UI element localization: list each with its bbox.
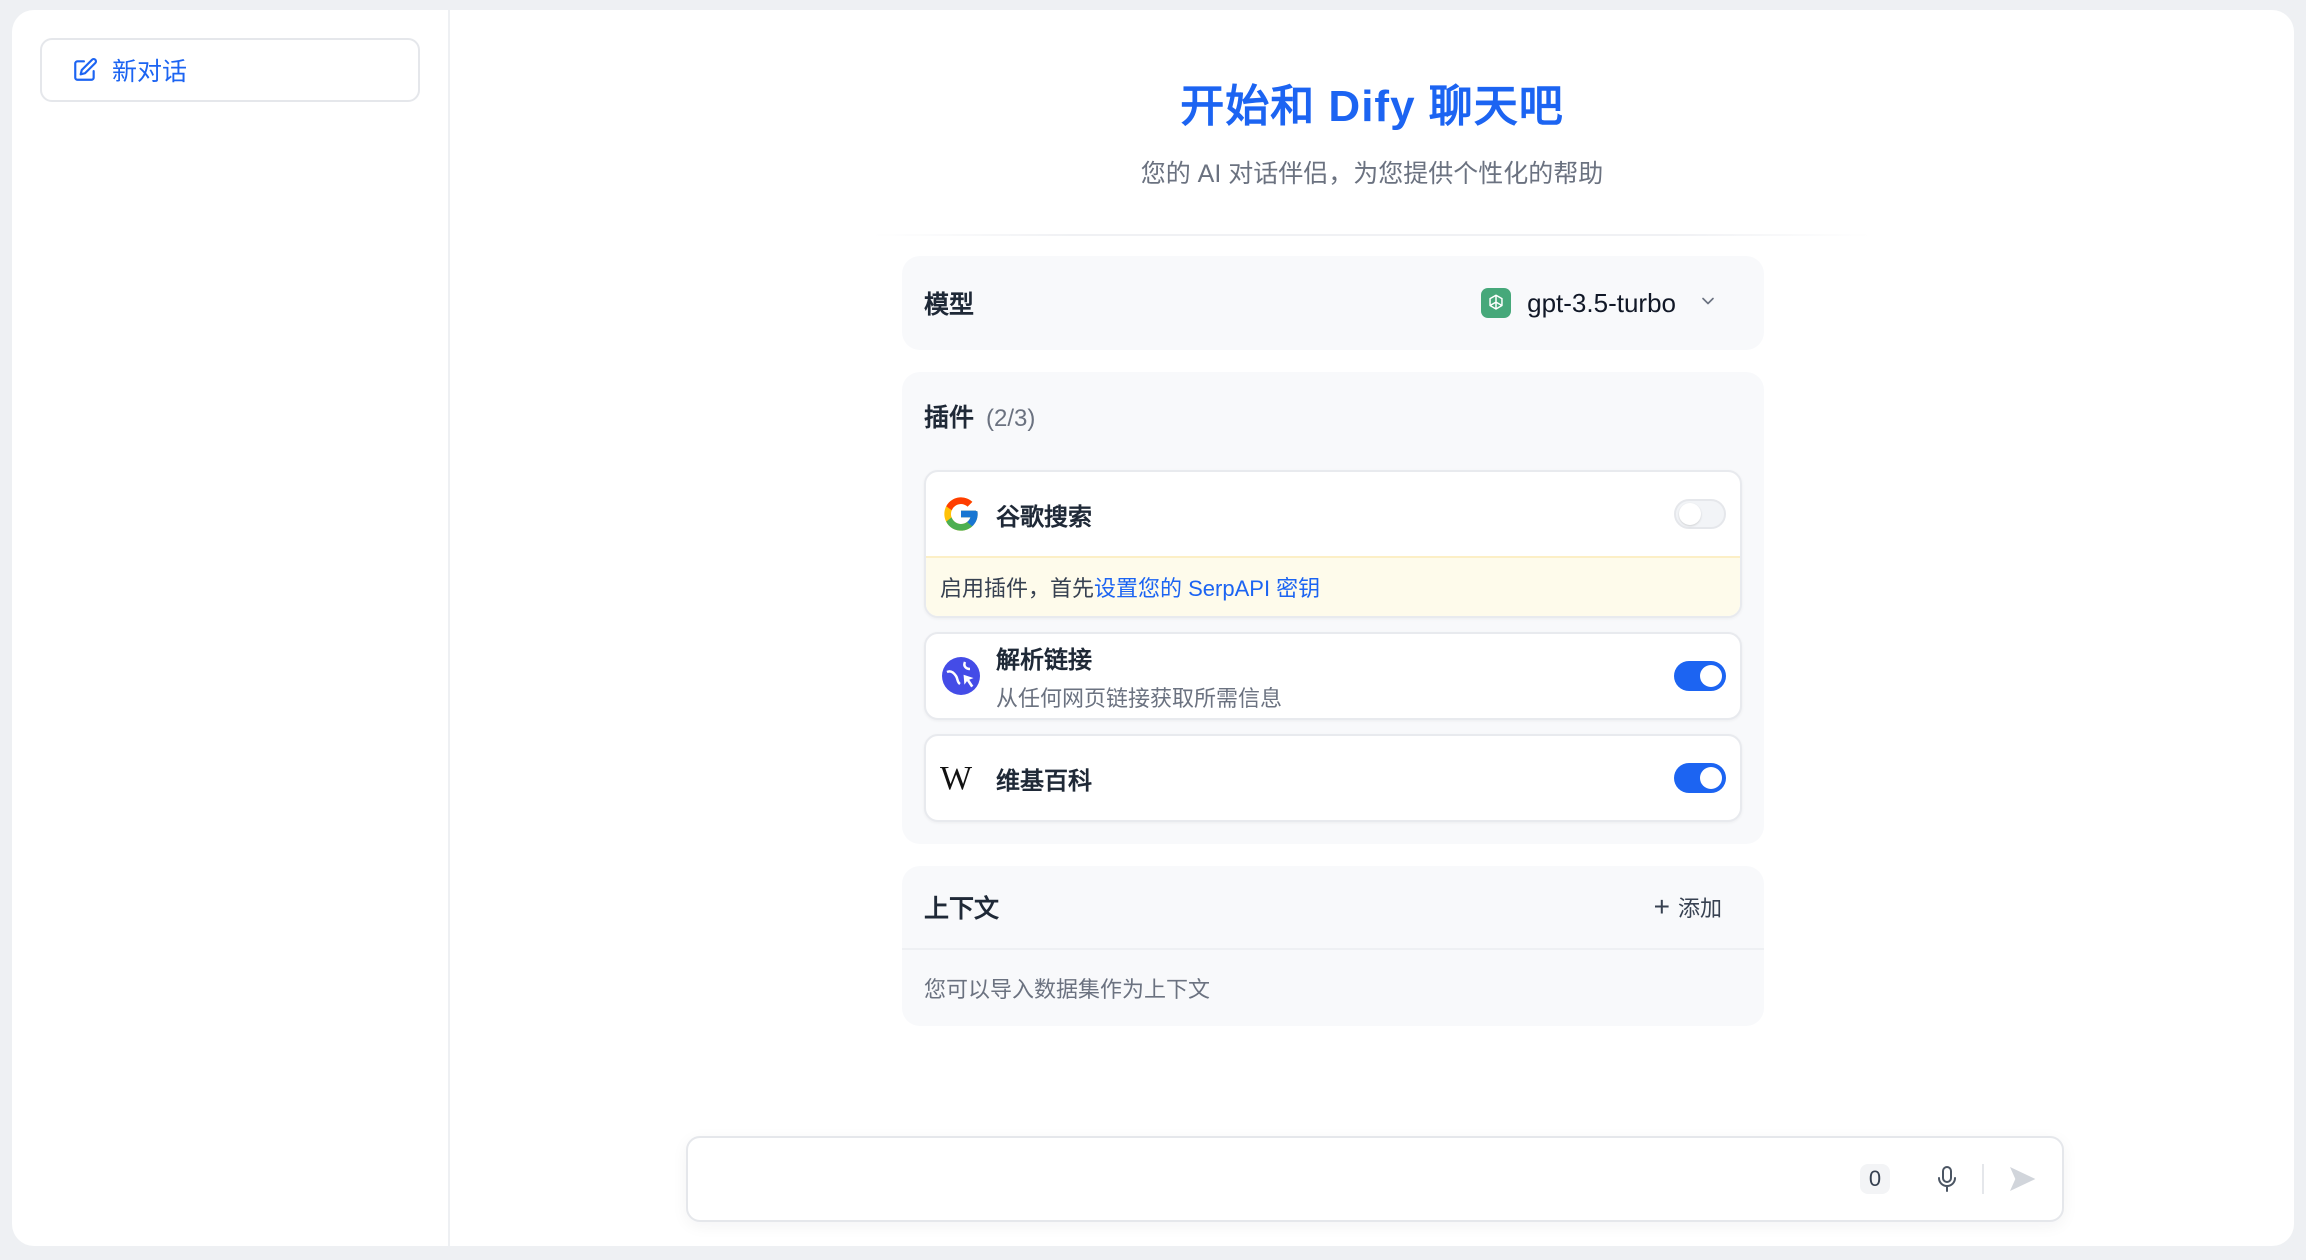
plus-icon: +: [1653, 891, 1670, 922]
plugins-card: 插件 (2/3) 谷歌搜索 启用插件，首先 设置您的 SerpAPI 密钥 解析…: [902, 372, 1764, 844]
context-header: 上下文 + 添加: [902, 866, 1764, 950]
divider: [872, 234, 1872, 236]
plugins-label: 插件: [924, 404, 975, 432]
main-panel: 开始和 Dify 聊天吧 您的 AI 对话伴侣，为您提供个性化的帮助 模型 gp…: [450, 10, 2294, 1246]
page-title: 开始和 Dify 聊天吧: [1180, 82, 1564, 131]
chat-input[interactable]: [688, 1138, 1860, 1220]
send-icon[interactable]: [2004, 1161, 2040, 1197]
plugin-row: 解析链接 从任何网页链接获取所需信息: [926, 634, 1740, 718]
add-label: 添加: [1677, 896, 1722, 921]
model-selector[interactable]: gpt-3.5-turbo: [1481, 288, 1718, 319]
model-card: 模型 gpt-3.5-turbo: [902, 256, 1764, 350]
google-search-toggle[interactable]: [1674, 499, 1726, 529]
serpapi-key-link[interactable]: 设置您的 SerpAPI 密钥: [1094, 571, 1320, 603]
plugin-web-reader: 解析链接 从任何网页链接获取所需信息: [924, 632, 1742, 720]
web-reader-icon: [940, 655, 982, 697]
chevron-down-icon: [1698, 291, 1718, 316]
plugin-google-search: 谷歌搜索 启用插件，首先 设置您的 SerpAPI 密钥: [924, 470, 1742, 618]
char-count: 0: [1860, 1164, 1890, 1194]
divider: [1982, 1164, 1984, 1194]
plugins-header: 插件 (2/3): [924, 398, 1742, 434]
plugin-row: 谷歌搜索: [926, 472, 1740, 556]
toggle-knob: [1700, 767, 1722, 789]
plugin-warning: 启用插件，首先 设置您的 SerpAPI 密钥: [926, 556, 1740, 616]
toggle-knob: [1679, 503, 1701, 525]
context-label: 上下文: [924, 895, 1000, 923]
config-panel: 模型 gpt-3.5-turbo 插件 (2/3) 谷歌搜索 启用插件，首先 设…: [902, 256, 1764, 1026]
wikipedia-icon: W: [940, 757, 982, 799]
openai-icon: [1481, 288, 1512, 318]
new-chat-button[interactable]: 新对话: [40, 38, 420, 102]
plugin-wikipedia: W 维基百科: [924, 734, 1742, 822]
app-window: 新对话 开始和 Dify 聊天吧 您的 AI 对话伴侣，为您提供个性化的帮助 模…: [12, 10, 2294, 1246]
plugin-text: 维基百科: [996, 761, 1674, 796]
plugin-name: 谷歌搜索: [996, 503, 1092, 531]
plugin-text: 谷歌搜索: [996, 497, 1674, 532]
plugin-name: 维基百科: [996, 767, 1092, 795]
add-context-button[interactable]: + 添加: [1654, 891, 1722, 923]
plugin-text: 解析链接 从任何网页链接获取所需信息: [996, 640, 1674, 713]
plugin-name: 解析链接: [996, 646, 1092, 674]
model-label: 模型: [924, 291, 975, 319]
chat-input-bar: 0: [686, 1136, 2064, 1222]
warning-text: 启用插件，首先: [940, 576, 1095, 601]
svg-text:W: W: [940, 763, 973, 793]
wikipedia-toggle[interactable]: [1674, 763, 1726, 793]
google-icon: [940, 493, 982, 535]
page-subtitle: 您的 AI 对话伴侣，为您提供个性化的帮助: [1140, 160, 1604, 188]
toggle-knob: [1700, 665, 1722, 687]
plugins-count: (2/3): [986, 405, 1036, 432]
new-chat-label: 新对话: [112, 58, 188, 86]
context-card: 上下文 + 添加 您可以导入数据集作为上下文: [902, 866, 1764, 1026]
web-reader-toggle[interactable]: [1674, 661, 1726, 691]
model-name: gpt-3.5-turbo: [1527, 287, 1676, 318]
sidebar: 新对话: [12, 10, 450, 1246]
plugin-row: W 维基百科: [926, 736, 1740, 820]
edit-icon: [72, 57, 98, 83]
hero: 开始和 Dify 聊天吧 您的 AI 对话伴侣，为您提供个性化的帮助: [450, 10, 2294, 236]
context-hint: 您可以导入数据集作为上下文: [924, 977, 1211, 1002]
microphone-icon[interactable]: [1932, 1164, 1962, 1194]
plugin-description: 从任何网页链接获取所需信息: [996, 685, 1283, 711]
